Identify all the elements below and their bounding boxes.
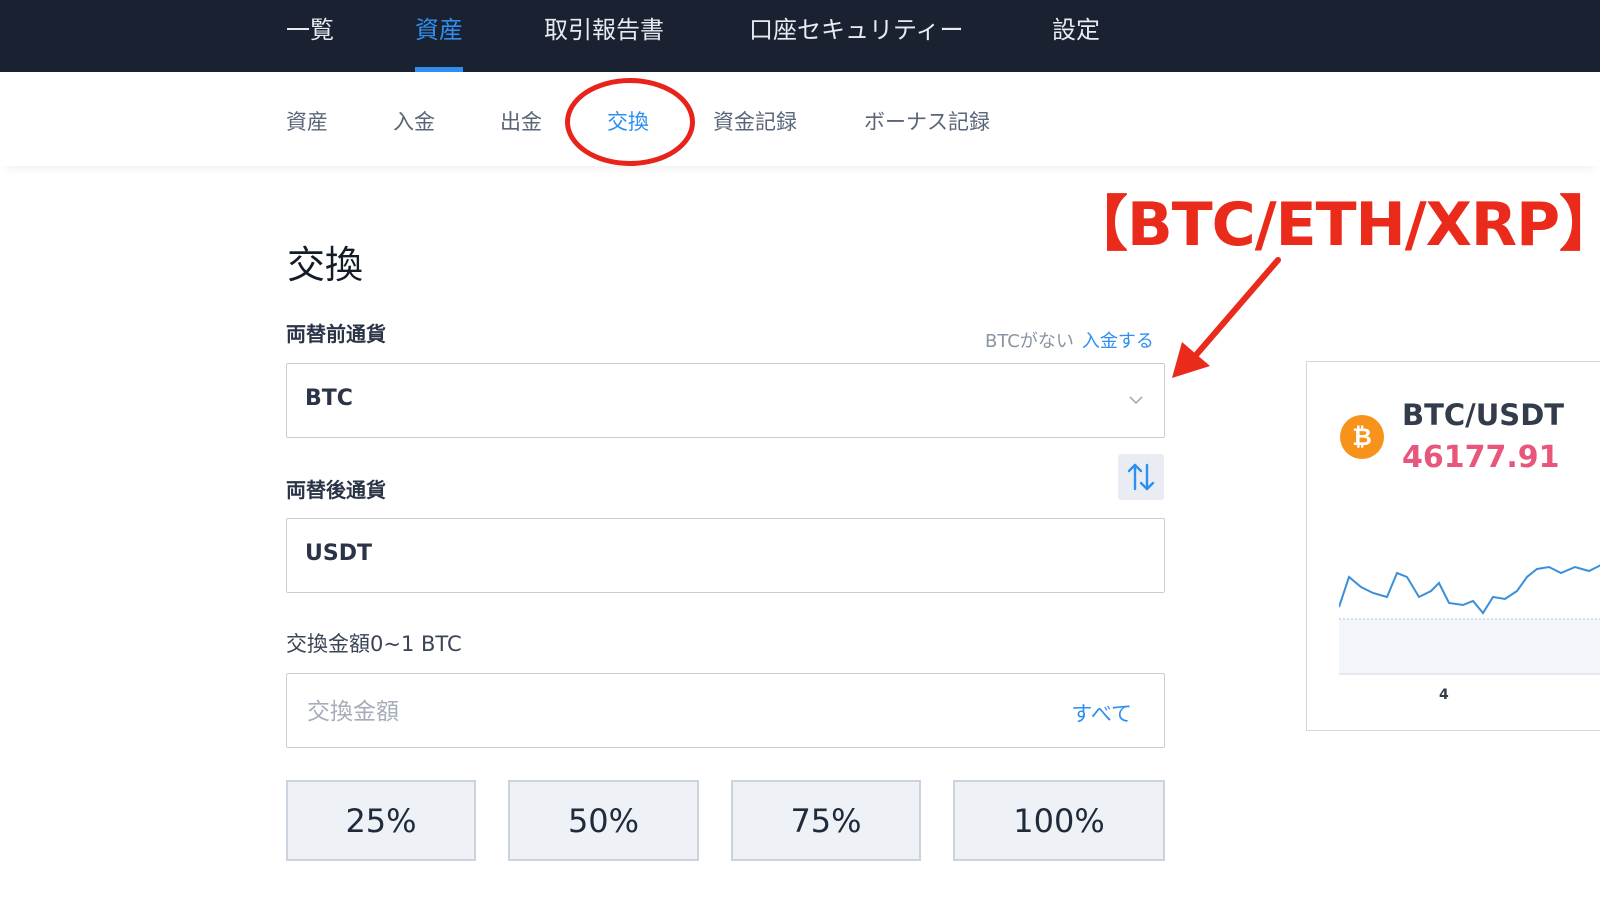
from-currency-label: 両替前通貨 (286, 322, 386, 346)
from-currency-select[interactable]: BTC (286, 363, 1165, 438)
ticker-card: ₿ BTC/USDT 46177.91 4 (1306, 361, 1600, 731)
amount-input[interactable] (305, 692, 1009, 732)
page-title: 交換 (287, 243, 364, 287)
deposit-link[interactable]: 入金する (1082, 331, 1154, 352)
all-amount-link[interactable]: すべて (1071, 698, 1132, 728)
ticker-price: 46177.91 (1402, 440, 1560, 475)
chevron-down-icon (1129, 396, 1143, 405)
highlight-circle (565, 78, 695, 166)
to-currency-value: USDT (305, 541, 372, 566)
sub-tab-assets[interactable]: 資産 (286, 106, 328, 136)
top-tab-settings[interactable]: 設定 (1052, 10, 1100, 72)
percent-75-button[interactable]: 75% (731, 780, 921, 861)
chart-x-tick: 4 (1439, 687, 1449, 703)
no-btc-text: BTCがない (985, 331, 1074, 352)
to-currency-label: 両替後通貨 (286, 478, 386, 502)
annotation-text: 【BTC/ETH/XRP】 (1068, 190, 1600, 260)
swap-currency-button[interactable] (1118, 454, 1164, 500)
percent-100-button[interactable]: 100% (953, 780, 1165, 861)
ticker-pair: BTC/USDT (1402, 398, 1565, 432)
amount-label: 交換金額0~1 BTC (286, 632, 462, 656)
price-sparkline (1339, 564, 1600, 675)
sub-tab-deposit[interactable]: 入金 (393, 106, 435, 136)
annotation-arrow-icon (1172, 257, 1281, 378)
top-tab-overview[interactable]: 一覧 (286, 10, 334, 72)
sub-nav: 資産 入金 出金 交換 資金記録 ボーナス記録 (0, 72, 1600, 166)
top-nav: 一覧 資産 取引報告書 口座セキュリティー 設定 (0, 0, 1600, 72)
bitcoin-icon: ₿ (1340, 415, 1384, 459)
from-currency-hint: BTCがない 入金する (985, 327, 1154, 353)
sub-tab-bonus-records[interactable]: ボーナス記録 (864, 106, 990, 136)
top-tab-reports[interactable]: 取引報告書 (544, 10, 664, 72)
sub-tab-withdraw[interactable]: 出金 (500, 106, 542, 136)
percent-50-button[interactable]: 50% (508, 780, 699, 861)
swap-arrows-icon (1127, 463, 1155, 491)
from-currency-value: BTC (305, 386, 353, 411)
top-tab-security[interactable]: 口座セキュリティー (749, 10, 964, 72)
top-tab-assets[interactable]: 資産 (415, 10, 463, 72)
sub-tab-fund-records[interactable]: 資金記録 (713, 106, 797, 136)
to-currency-field[interactable]: USDT (286, 518, 1165, 593)
percent-25-button[interactable]: 25% (286, 780, 476, 861)
amount-field: すべて (286, 673, 1165, 748)
